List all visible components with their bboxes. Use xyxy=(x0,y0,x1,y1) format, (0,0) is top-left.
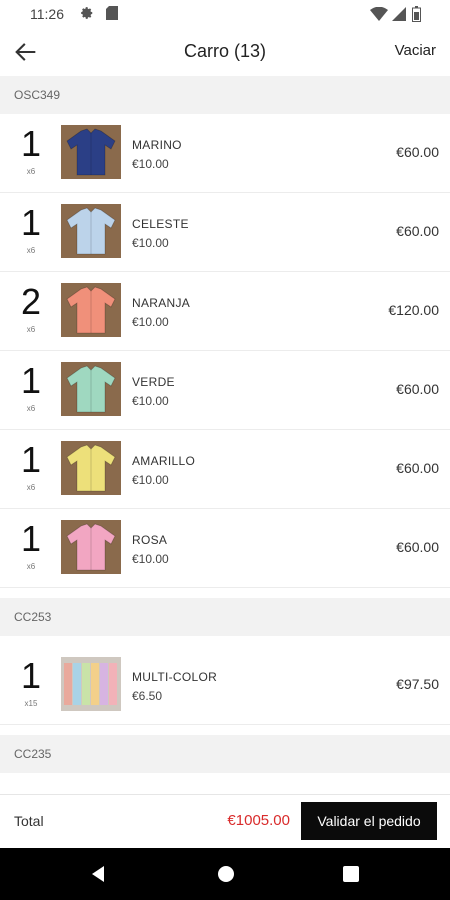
product-image[interactable] xyxy=(61,283,121,337)
item-color-name: NARANJA xyxy=(132,296,191,310)
app-bar: Carro (13) Vaciar xyxy=(0,28,450,76)
status-bar: 11:26 xyxy=(0,0,450,28)
item-unit-price: €10.00 xyxy=(132,236,169,250)
cart-footer: Total €1005.00 Validar el pedido xyxy=(0,794,450,848)
item-line-total: €60.00 xyxy=(396,539,439,555)
item-quantity[interactable]: 1 xyxy=(12,203,50,243)
item-color-name: ROSA xyxy=(132,533,168,547)
item-color-name: MARINO xyxy=(132,138,182,152)
section-header: CC253 xyxy=(0,598,450,636)
cart-item-row[interactable]: 1 x6 VERDE €10.00 €60.00 xyxy=(0,351,450,430)
item-quantity[interactable]: 2 xyxy=(12,282,50,322)
product-image[interactable] xyxy=(61,441,121,495)
settings-icon xyxy=(81,7,93,19)
item-color-name: CELESTE xyxy=(132,217,189,231)
pack-multiplier: x6 xyxy=(26,325,36,334)
item-line-total: €60.00 xyxy=(396,460,439,476)
nav-back-icon[interactable] xyxy=(90,865,108,883)
pack-multiplier: x6 xyxy=(26,167,36,176)
total-amount: €1005.00 xyxy=(227,812,290,829)
cart-item-row[interactable]: 1 x6 MARINO €10.00 €60.00 xyxy=(0,114,450,193)
item-quantity[interactable]: 1 xyxy=(12,656,50,696)
item-quantity[interactable]: 1 xyxy=(12,519,50,559)
item-line-total: €60.00 xyxy=(396,381,439,397)
system-nav-bar xyxy=(0,848,450,900)
page-title: Carro (13) xyxy=(183,41,267,61)
pack-multiplier: x6 xyxy=(26,483,36,492)
item-unit-price: €10.00 xyxy=(132,473,169,487)
section-header: CC235 xyxy=(0,735,450,773)
item-unit-price: €10.00 xyxy=(132,157,169,171)
cart-item-row[interactable]: 1 x6 CELESTE €10.00 €60.00 xyxy=(0,193,450,272)
section-spacer xyxy=(0,588,450,598)
nav-home-icon[interactable] xyxy=(216,864,236,884)
cart-item-row[interactable]: 1 x6 AMARILLO €10.00 €60.00 xyxy=(0,430,450,509)
pack-multiplier: x6 xyxy=(26,562,36,571)
cart-item-row[interactable]: 1x15MULTI-COLOR€6.50€97.50 xyxy=(0,783,450,794)
item-line-total: €60.00 xyxy=(396,223,439,239)
item-quantity[interactable]: 1 xyxy=(12,361,50,401)
product-image[interactable] xyxy=(61,520,121,574)
product-image[interactable] xyxy=(61,125,121,179)
cart-item-row[interactable]: 1 x15 MULTI-COLOR €6.50 €97.50 xyxy=(0,646,450,725)
total-label: Total xyxy=(14,813,44,829)
product-image[interactable] xyxy=(61,657,121,711)
item-unit-price: €10.00 xyxy=(132,315,169,329)
product-image[interactable] xyxy=(61,204,121,258)
cart-item-row[interactable]: 1 x6 ROSA €10.00 €60.00 xyxy=(0,509,450,588)
item-color-name: VERDE xyxy=(132,375,175,389)
signal-icon xyxy=(392,7,406,21)
item-line-total: €120.00 xyxy=(388,302,439,318)
cart-item-row[interactable]: 2 x6 NARANJA €10.00 €120.00 xyxy=(0,272,450,351)
battery-icon xyxy=(412,6,421,22)
pack-multiplier: x6 xyxy=(26,246,36,255)
sd-card-icon xyxy=(106,6,118,20)
item-line-total: €97.50 xyxy=(396,676,439,692)
product-image[interactable] xyxy=(61,362,121,416)
pack-multiplier: x15 xyxy=(24,699,38,708)
item-color-name: MULTI-COLOR xyxy=(132,670,218,684)
nav-recents-icon[interactable] xyxy=(342,865,360,883)
status-time: 11:26 xyxy=(30,6,64,22)
section-spacer xyxy=(0,636,450,646)
section-spacer xyxy=(0,725,450,735)
item-quantity[interactable]: 1 xyxy=(12,124,50,164)
back-arrow-icon[interactable] xyxy=(12,38,40,66)
item-unit-price: €10.00 xyxy=(132,394,169,408)
cart-list[interactable]: OSC349 1 x6 MARINO €10.00 €60.00 1 x6 CELESTE €10… xyxy=(0,76,450,794)
item-color-name: AMARILLO xyxy=(132,454,196,468)
item-line-total: €60.00 xyxy=(396,144,439,160)
item-unit-price: €6.50 xyxy=(132,689,163,703)
wifi-icon xyxy=(370,7,388,21)
item-unit-price: €10.00 xyxy=(132,552,169,566)
validate-order-button[interactable]: Validar el pedido xyxy=(301,802,437,840)
empty-cart-button[interactable]: Vaciar xyxy=(395,42,436,59)
pack-multiplier: x6 xyxy=(26,404,36,413)
item-quantity[interactable]: 1 xyxy=(12,440,50,480)
section-header: OSC349 xyxy=(0,76,450,114)
section-spacer xyxy=(0,773,450,783)
